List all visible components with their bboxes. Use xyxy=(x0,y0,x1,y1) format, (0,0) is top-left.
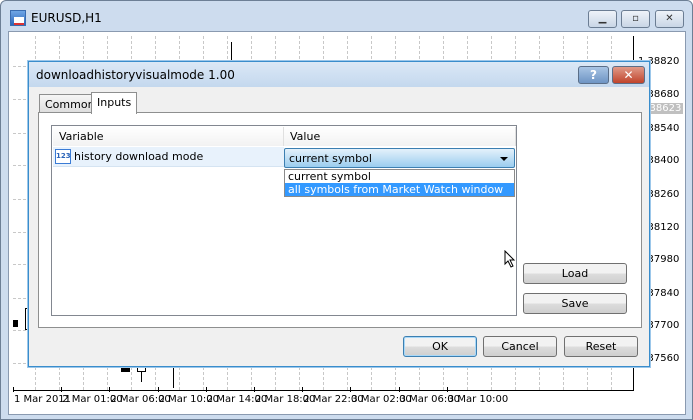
help-button[interactable]: ? xyxy=(578,66,609,84)
minimize-button[interactable]: ▁ xyxy=(588,10,617,28)
reset-button[interactable]: Reset xyxy=(564,336,638,357)
variable-name: history download mode xyxy=(74,150,204,163)
value-dropdown[interactable]: current symbol xyxy=(284,148,515,168)
chart-window-icon xyxy=(10,10,26,26)
time-tick xyxy=(398,387,400,392)
time-tick xyxy=(109,387,111,392)
integer-type-icon: 123 xyxy=(55,149,71,164)
inputs-panel: Variable Value 123 history download mode… xyxy=(38,112,642,328)
dialog-close-button[interactable]: ✕ xyxy=(612,66,645,84)
time-tick xyxy=(157,387,159,392)
time-tick xyxy=(205,387,207,392)
time-tick xyxy=(302,387,304,392)
dropdown-option-current-symbol[interactable]: current symbol xyxy=(285,170,514,183)
time-tick xyxy=(350,387,352,392)
cancel-button[interactable]: Cancel xyxy=(483,336,557,357)
mouse-cursor-icon xyxy=(504,250,516,268)
inputs-table: Variable Value 123 history download mode… xyxy=(51,125,517,316)
load-button[interactable]: Load xyxy=(523,263,627,284)
dropdown-option-all-symbols[interactable]: all symbols from Market Watch window xyxy=(285,183,514,196)
chevron-down-icon xyxy=(500,157,508,161)
time-tick xyxy=(254,387,255,392)
dialog-title: downloadhistoryvisualmode 1.00 xyxy=(36,68,235,82)
time-label: 3 Mar 10:00 xyxy=(447,394,509,405)
window-title: EURUSD,H1 xyxy=(31,11,102,25)
input-parameters-dialog: downloadhistoryvisualmode 1.00 ? ✕ Commo… xyxy=(28,61,650,367)
dialog-titlebar[interactable]: downloadhistoryvisualmode 1.00 ? ✕ xyxy=(29,62,649,87)
candle xyxy=(13,320,18,327)
dropdown-selected-value: current symbol xyxy=(289,152,372,165)
column-header-value[interactable]: Value xyxy=(284,127,516,146)
maximize-button[interactable]: ▫ xyxy=(621,10,650,28)
time-tick xyxy=(61,387,63,392)
column-header-variable[interactable]: Variable xyxy=(53,127,284,146)
ok-button[interactable]: OK xyxy=(403,336,477,357)
save-button[interactable]: Save xyxy=(523,293,627,314)
time-tick xyxy=(13,387,14,392)
dropdown-list: current symbol all symbols from Market W… xyxy=(284,169,515,197)
tab-inputs[interactable]: Inputs xyxy=(91,92,138,114)
candle-wick xyxy=(141,372,142,382)
close-button[interactable]: ✕ xyxy=(655,10,684,28)
time-tick xyxy=(446,387,448,392)
table-row[interactable]: 123 history download mode xyxy=(53,147,284,167)
